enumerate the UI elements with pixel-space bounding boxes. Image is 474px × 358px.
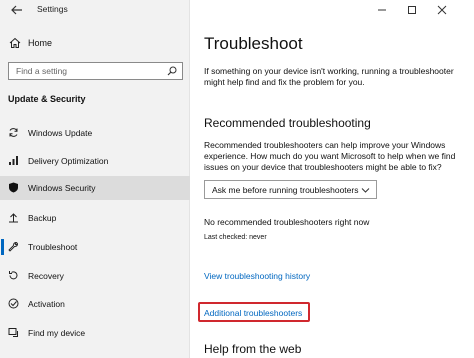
last-checked-status: Last checked: never <box>204 234 267 241</box>
help-from-web-heading: Help from the web <box>204 342 302 356</box>
sidebar-item-label: Windows Security <box>28 183 96 193</box>
title-bar: Settings <box>0 0 190 20</box>
search-icon[interactable] <box>167 66 177 76</box>
wrench-icon <box>8 242 18 252</box>
recommended-description: Recommended troubleshooters can help imp… <box>204 140 456 172</box>
search-box[interactable] <box>8 62 183 80</box>
sidebar-item-label: Activation <box>28 299 65 309</box>
sync-icon <box>9 128 18 137</box>
additional-troubleshooters-link[interactable]: Additional troubleshooters <box>204 308 302 318</box>
sidebar-item-windows-security[interactable]: Windows Security <box>0 176 190 200</box>
view-troubleshooting-history-link[interactable]: View troubleshooting history <box>204 271 310 281</box>
additional-troubleshooters-highlight: Additional troubleshooters <box>198 302 310 322</box>
back-arrow-icon[interactable] <box>10 3 24 17</box>
page-title: Troubleshoot <box>204 34 303 53</box>
sidebar-item-label: Windows Update <box>28 128 93 138</box>
sidebar-item-label: Recovery <box>28 271 64 281</box>
backup-icon <box>9 213 18 223</box>
activation-icon <box>8 298 19 309</box>
intro-text: If something on your device isn't workin… <box>204 66 454 87</box>
sidebar-item-delivery-optimization[interactable]: Delivery Optimization <box>0 149 190 173</box>
search-input[interactable] <box>9 63 164 79</box>
chevron-down-icon <box>361 188 370 193</box>
sidebar-item-label: Troubleshoot <box>28 242 78 252</box>
sidebar-item-label: Delivery Optimization <box>28 156 109 166</box>
no-recommended-status: No recommended troubleshooters right now <box>204 217 370 227</box>
sidebar-item-recovery[interactable]: Recovery <box>0 264 190 288</box>
sidebar-item-find-my-device[interactable]: Find my device <box>0 321 190 345</box>
recovery-icon <box>9 271 18 280</box>
sidebar-item-home[interactable]: Home <box>0 34 190 54</box>
home-label: Home <box>28 38 53 48</box>
shield-icon <box>9 182 18 193</box>
sidebar-item-label: Find my device <box>28 328 86 338</box>
main-content: Troubleshoot If something on your device… <box>198 0 474 358</box>
home-icon <box>9 37 21 48</box>
delivery-optimization-icon <box>9 156 18 165</box>
section-title: Update & Security <box>8 94 86 104</box>
sidebar-item-windows-update[interactable]: Windows Update <box>0 121 190 145</box>
sidebar-item-backup[interactable]: Backup <box>0 206 190 230</box>
troubleshooter-preference-dropdown[interactable]: Ask me before running troubleshooters <box>204 180 377 199</box>
sidebar-item-activation[interactable]: Activation <box>0 292 190 316</box>
recommended-heading: Recommended troubleshooting <box>204 116 371 130</box>
find-device-icon <box>8 328 18 337</box>
sidebar-item-troubleshoot[interactable]: Troubleshoot <box>0 235 190 259</box>
sidebar-item-label: Backup <box>28 213 57 223</box>
selection-indicator <box>1 239 4 255</box>
sidebar: Settings Home Update & Security Windows … <box>0 0 190 358</box>
app-title: Settings <box>37 4 68 14</box>
dropdown-selected-value: Ask me before running troubleshooters <box>212 185 359 195</box>
